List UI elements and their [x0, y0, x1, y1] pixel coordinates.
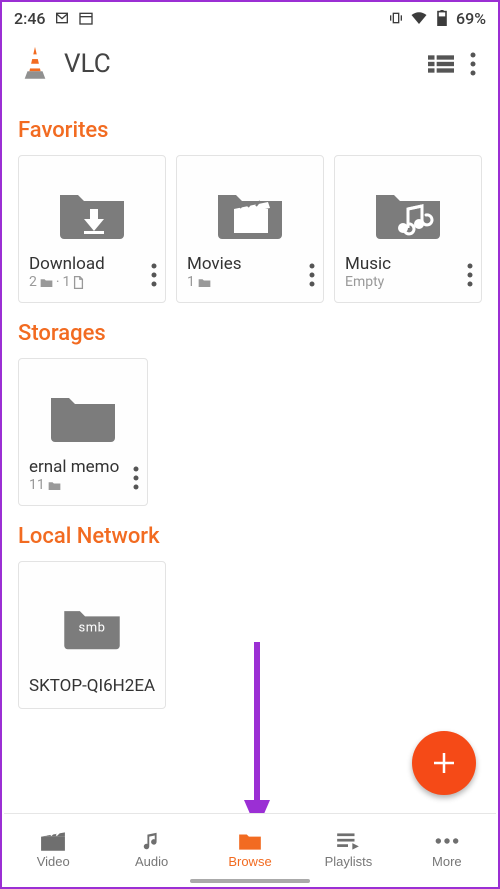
section-storages-title: Storages	[18, 321, 482, 346]
more-vertical-icon	[151, 263, 157, 287]
playlist-icon	[335, 830, 361, 852]
view-toggle-button[interactable]	[420, 45, 462, 83]
fab-add-button[interactable]	[412, 731, 476, 795]
folder-movies-icon	[214, 181, 286, 241]
wifi-icon	[410, 9, 428, 27]
card-label: ernal memo	[29, 457, 137, 477]
nav-audio[interactable]: Audio	[102, 814, 200, 885]
card-subtitle: 1	[187, 274, 313, 290]
nav-label: Browse	[228, 854, 271, 869]
status-bar: 2:46 69%	[2, 2, 498, 34]
more-horizontal-icon	[434, 830, 460, 852]
bottom-nav: Video Audio Browse Playlists More	[4, 813, 496, 885]
more-vertical-icon	[470, 52, 476, 76]
more-vertical-icon	[133, 466, 139, 490]
nav-label: Playlists	[325, 854, 373, 869]
folder-download-icon	[56, 181, 128, 241]
nav-more[interactable]: More	[398, 814, 496, 885]
gesture-indicator	[190, 879, 310, 883]
nav-label: Audio	[135, 854, 168, 869]
folder-icon	[47, 384, 119, 444]
favorite-download[interactable]: Download 2 · 1	[18, 155, 166, 303]
app-bar: VLC	[2, 34, 498, 94]
status-battery: 69%	[456, 9, 486, 28]
card-label: Movies	[187, 254, 313, 274]
app-title: VLC	[64, 49, 111, 79]
network-row: smb SKTOP-QI6H2EA	[18, 561, 482, 709]
network-share[interactable]: smb SKTOP-QI6H2EA	[18, 561, 166, 709]
more-vertical-icon	[467, 263, 473, 287]
network-protocol-label: smb	[79, 621, 106, 636]
nav-label: More	[432, 854, 462, 869]
storages-row: ernal memo 11	[18, 358, 482, 506]
favorite-music[interactable]: Music Empty	[334, 155, 482, 303]
more-vertical-icon	[309, 263, 315, 287]
card-subtitle: 11	[29, 477, 137, 493]
nav-playlists[interactable]: Playlists	[299, 814, 397, 885]
card-subtitle: 2 · 1	[29, 274, 155, 290]
nav-browse[interactable]: Browse	[201, 814, 299, 885]
gmail-icon	[54, 10, 70, 26]
card-more-button[interactable]	[303, 257, 321, 296]
nav-video[interactable]: Video	[4, 814, 102, 885]
calendar-icon	[78, 10, 94, 26]
card-subtitle: Empty	[345, 274, 471, 290]
card-more-button[interactable]	[145, 257, 163, 296]
favorites-row: Download 2 · 1	[18, 155, 482, 303]
status-time: 2:46	[14, 9, 46, 28]
folder-music-icon	[372, 181, 444, 241]
card-more-button[interactable]	[461, 257, 479, 296]
section-network-title: Local Network	[18, 524, 482, 549]
card-label: Music	[345, 254, 471, 274]
plus-icon	[429, 748, 459, 778]
more-options-button[interactable]	[462, 44, 484, 84]
list-view-icon	[428, 53, 454, 75]
favorite-movies[interactable]: Movies 1	[176, 155, 324, 303]
nav-label: Video	[37, 854, 70, 869]
vibrate-icon	[388, 10, 404, 26]
vlc-logo-icon	[20, 45, 50, 83]
card-label: Download	[29, 254, 155, 274]
battery-icon	[434, 10, 450, 26]
storage-internal[interactable]: ernal memo 11	[18, 358, 148, 506]
clapper-icon	[40, 830, 66, 852]
music-note-icon	[139, 830, 165, 852]
card-more-button[interactable]	[127, 460, 145, 499]
section-favorites-title: Favorites	[18, 118, 482, 143]
card-label: SKTOP-QI6H2EA	[29, 676, 155, 696]
folder-icon	[237, 830, 263, 852]
